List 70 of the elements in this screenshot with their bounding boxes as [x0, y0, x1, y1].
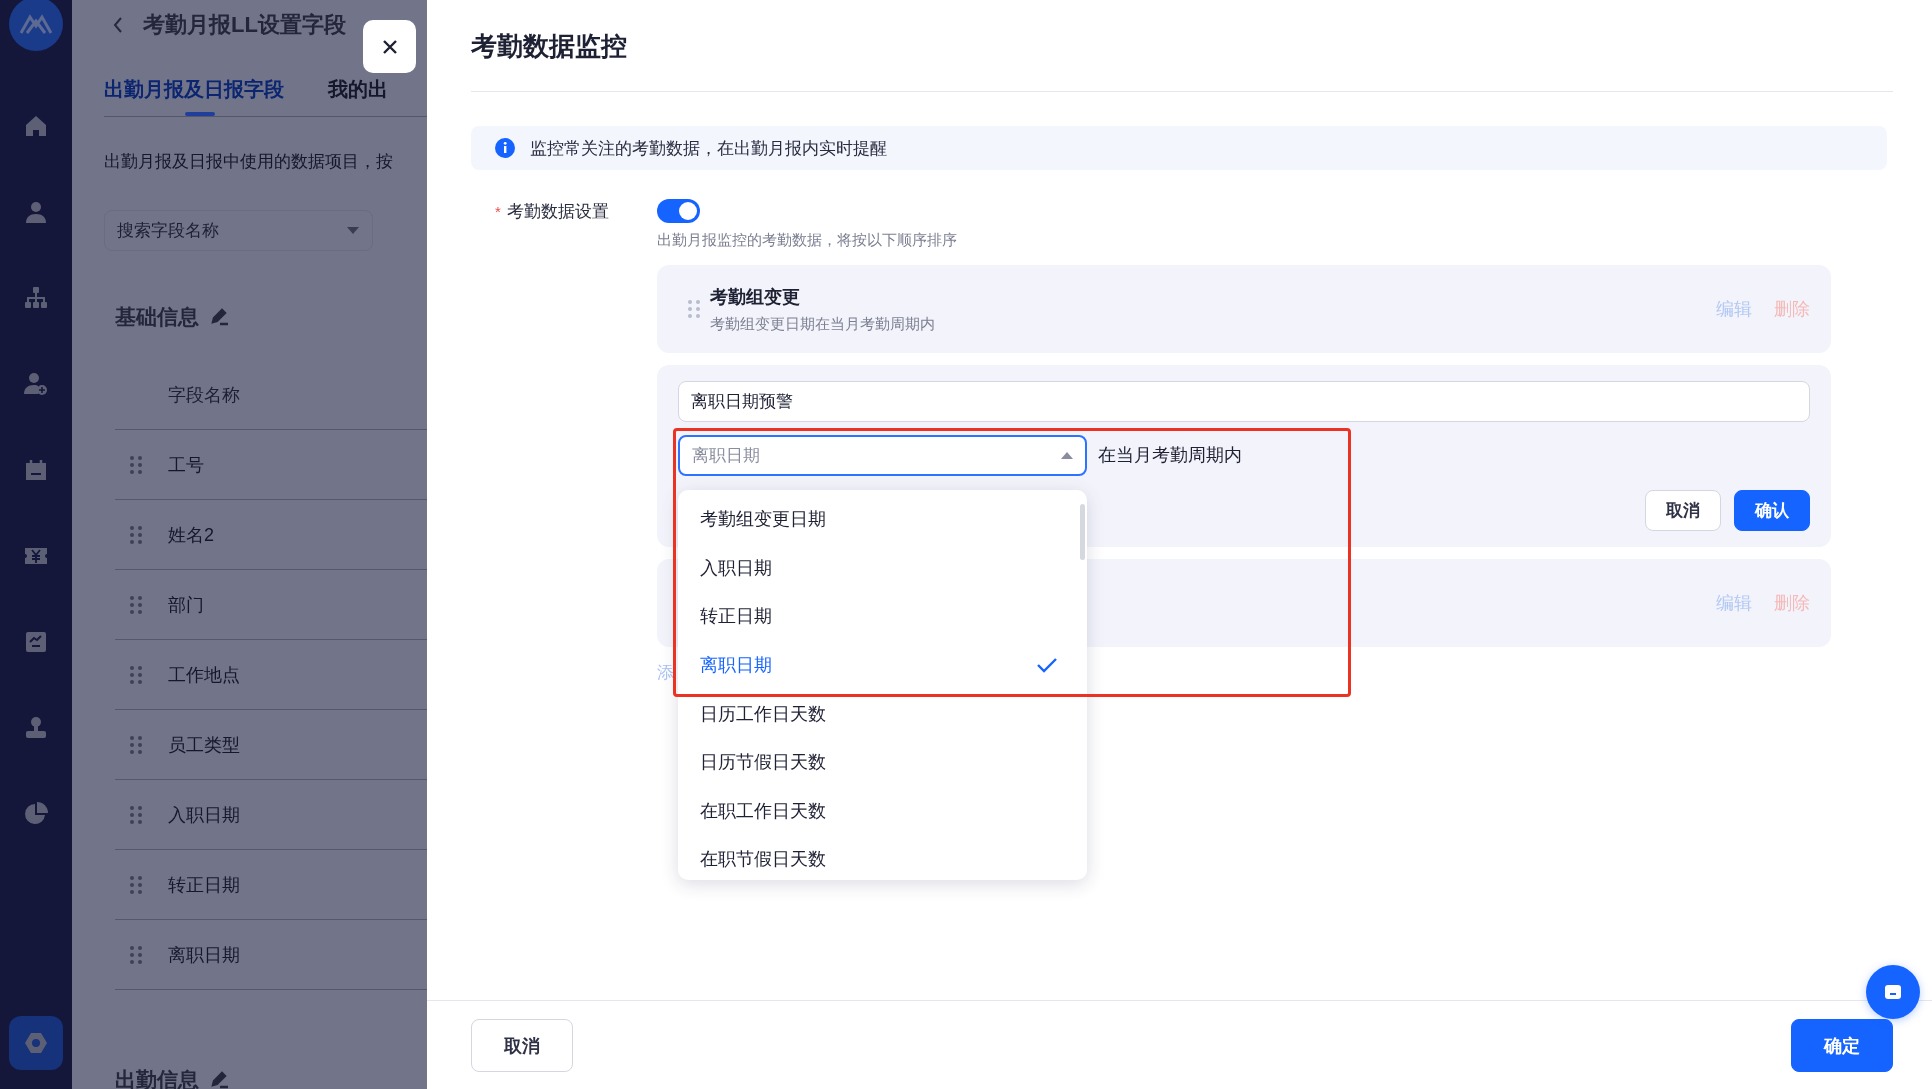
- chart-card-icon: [24, 630, 48, 654]
- drag-handle-icon[interactable]: [130, 595, 142, 614]
- back-icon[interactable]: [112, 16, 124, 34]
- pie-chart-icon: [24, 802, 48, 826]
- drag-handle-icon[interactable]: [130, 875, 142, 894]
- org-chart-icon: [24, 286, 48, 310]
- scrollbar-thumb[interactable]: [1080, 504, 1085, 560]
- field-name: 部门: [168, 593, 204, 617]
- dropdown-option[interactable]: 日历节假日天数: [678, 737, 1087, 787]
- condition-text: 在当月考勤周期内: [1098, 444, 1242, 467]
- hint-text: 出勤月报监控的考勤数据，将按以下顺序排序: [657, 230, 957, 250]
- drag-handle-icon[interactable]: [130, 455, 142, 474]
- dropdown-option[interactable]: 离职日期: [678, 640, 1087, 690]
- dropdown-option[interactable]: 日历工作日天数: [678, 689, 1087, 738]
- nav-item[interactable]: [9, 1016, 63, 1070]
- drag-handle-icon[interactable]: [130, 525, 142, 544]
- close-icon: [381, 38, 398, 55]
- pencil-icon[interactable]: [211, 1071, 229, 1089]
- date-select[interactable]: 离职日期: [678, 434, 1087, 476]
- dropdown-caret-icon: [347, 227, 359, 234]
- person-add-icon: [24, 372, 48, 396]
- field-name: 入职日期: [168, 803, 240, 827]
- dropdown-option[interactable]: 在职工作日天数: [678, 786, 1087, 836]
- dropdown-option[interactable]: 在职节假日天数: [678, 835, 1087, 880]
- drag-handle-icon[interactable]: [688, 300, 700, 318]
- check-icon: [1037, 657, 1057, 674]
- dropdown-option[interactable]: 入职日期: [678, 543, 1087, 593]
- dropdown-option[interactable]: 考勤组变更日期: [678, 495, 1087, 544]
- field-name: 工号: [168, 453, 204, 477]
- field-name: 工作地点: [168, 663, 240, 687]
- name-input[interactable]: 离职日期预警: [678, 381, 1810, 422]
- calendar-icon: [24, 458, 48, 482]
- section-title: 基础信息: [115, 304, 199, 330]
- logo-icon[interactable]: [9, 0, 63, 51]
- drag-handle-icon[interactable]: [130, 805, 142, 824]
- field-name: 员工类型: [168, 733, 240, 757]
- required-mark: *: [495, 202, 501, 220]
- page-title: 考勤月报LL设置字段: [143, 11, 346, 39]
- caret-icon: [1061, 451, 1073, 459]
- search-field[interactable]: 搜索字段名称: [104, 210, 373, 251]
- rule-detail: 考勤组变更日期在当月考勤周期内: [710, 314, 935, 334]
- chat-icon: [1884, 984, 1902, 1000]
- field-label: 考勤数据设置: [506, 200, 609, 223]
- field-name: 转正日期: [168, 873, 240, 897]
- tab[interactable]: 我的出: [328, 50, 388, 116]
- drag-handle-icon[interactable]: [130, 665, 142, 684]
- drag-handle-icon[interactable]: [130, 735, 142, 754]
- field-name: 姓名2: [168, 523, 214, 547]
- drag-handle-icon[interactable]: [130, 945, 142, 964]
- cancel-button[interactable]: 取消: [1645, 490, 1721, 531]
- cancel-button[interactable]: 取消: [471, 1019, 573, 1072]
- toggle-switch[interactable]: [657, 199, 700, 223]
- tab[interactable]: 出勤月报及日报字段: [104, 50, 284, 116]
- chat-button[interactable]: [1866, 965, 1920, 1019]
- person-icon: [24, 200, 48, 224]
- drawer-title: 考勤数据监控: [471, 30, 627, 63]
- rule-title: 考勤组变更: [710, 285, 801, 309]
- dropdown-option[interactable]: 转正日期: [678, 592, 1087, 641]
- home-icon: [24, 114, 48, 138]
- field-name: 离职日期: [168, 943, 240, 967]
- pencil-icon[interactable]: [211, 308, 229, 326]
- info-text: 监控常关注的考勤数据，在出勤月报内实时提醒: [530, 137, 887, 160]
- description-text: 出勤月报及日报中使用的数据项目，按: [104, 151, 394, 173]
- stamp-icon: [24, 716, 48, 740]
- confirm-button[interactable]: 确定: [1791, 1019, 1893, 1072]
- settings-icon: [24, 1031, 48, 1055]
- close-button[interactable]: [363, 20, 416, 73]
- column-header: 字段名称: [168, 383, 240, 407]
- confirm-button[interactable]: 确认: [1734, 490, 1810, 531]
- info-icon: [495, 138, 515, 158]
